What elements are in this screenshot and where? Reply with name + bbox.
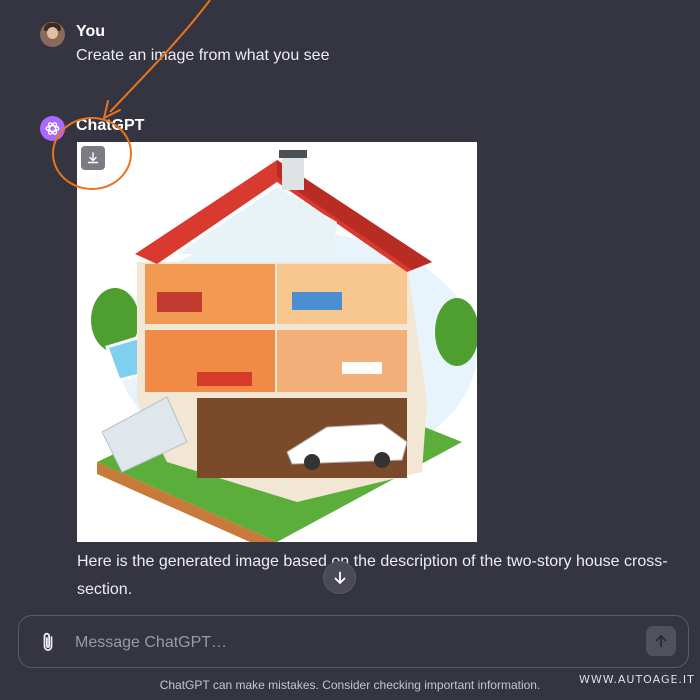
attach-button[interactable]	[39, 631, 57, 658]
arrow-up-icon	[655, 634, 667, 648]
scroll-to-bottom-button[interactable]	[323, 561, 356, 594]
annotation-circle	[52, 117, 132, 190]
arrow-down-icon	[334, 571, 345, 584]
response-line-1: Here is the generated image based on the…	[77, 553, 668, 570]
assistant-response-text: Here is the generated image based on the…	[77, 548, 677, 604]
message-input[interactable]	[73, 630, 637, 656]
disclaimer-text: ChatGPT can make mistakes. Consider chec…	[159, 678, 541, 692]
send-button[interactable]	[646, 626, 676, 656]
message-composer	[18, 615, 689, 668]
paperclip-icon	[43, 632, 53, 651]
response-line-2: section.	[77, 581, 133, 598]
